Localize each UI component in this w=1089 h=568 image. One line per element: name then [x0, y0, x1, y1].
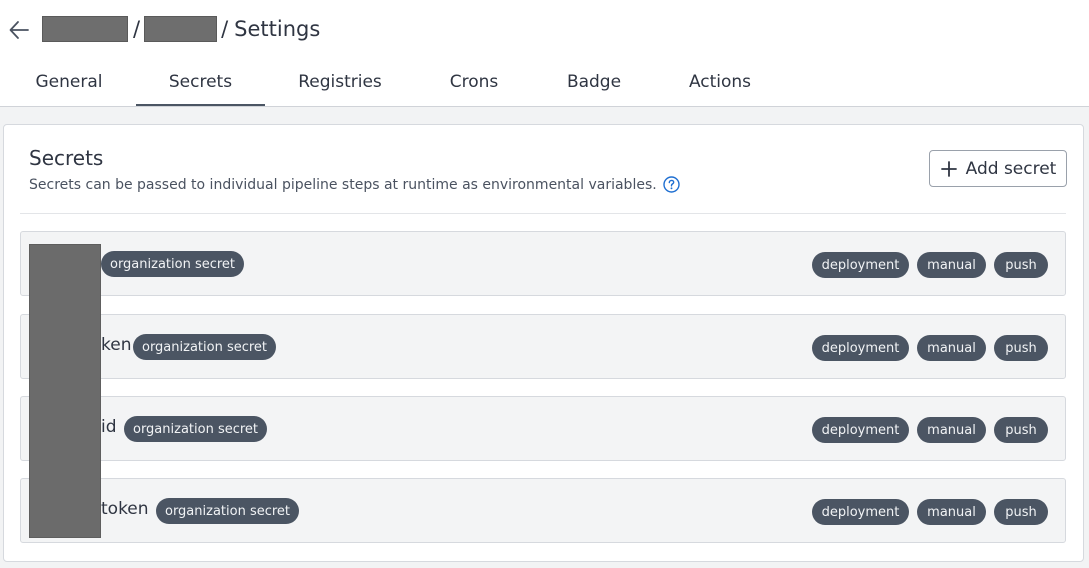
scope-badge: organization secret — [124, 416, 267, 442]
plus-icon — [940, 160, 957, 177]
event-badge-manual: manual — [917, 499, 986, 525]
breadcrumb-repo-redacted[interactable] — [144, 16, 218, 42]
breadcrumb-separator: / — [221, 17, 229, 41]
redacted-secret-names — [29, 244, 101, 538]
secret-name: token — [101, 499, 149, 519]
arrow-left-icon — [9, 21, 29, 39]
add-secret-button[interactable]: Add secret — [929, 150, 1067, 187]
tab-secrets[interactable]: Secrets — [136, 62, 265, 106]
section-description-text: Secrets can be passed to individual pipe… — [29, 176, 657, 193]
tab-badge[interactable]: Badge — [553, 62, 635, 106]
secrets-panel: Secrets Secrets can be passed to individ… — [3, 124, 1084, 562]
event-badge-manual: manual — [917, 252, 986, 278]
tab-registries[interactable]: Registries — [285, 62, 395, 106]
section-title: Secrets — [29, 146, 104, 170]
add-secret-label: Add secret — [965, 158, 1057, 179]
breadcrumb-separator: / — [133, 17, 141, 41]
secret-name: ken — [101, 335, 132, 355]
event-badge-manual: manual — [917, 335, 986, 361]
event-badge-deployment: deployment — [812, 252, 909, 278]
divider — [20, 213, 1066, 214]
event-badge-push: push — [994, 499, 1048, 525]
secret-row[interactable]: ken organization secret deployment manua… — [20, 314, 1066, 379]
secret-row[interactable]: id organization secret deployment manual… — [20, 396, 1066, 461]
breadcrumb: / / Settings — [42, 15, 320, 43]
event-badge-push: push — [994, 335, 1048, 361]
breadcrumb-current: Settings — [234, 17, 321, 41]
secret-row[interactable]: organization secret deployment manual pu… — [20, 231, 1066, 296]
scope-badge: organization secret — [156, 498, 299, 524]
question-circle-icon[interactable] — [663, 176, 680, 193]
tab-crons[interactable]: Crons — [430, 62, 518, 106]
page-header: / / Settings General Secrets Registries … — [0, 0, 1089, 107]
event-badge-deployment: deployment — [812, 335, 909, 361]
event-badge-push: push — [994, 417, 1048, 443]
event-badge-push: push — [994, 252, 1048, 278]
breadcrumb-owner-redacted[interactable] — [42, 16, 128, 42]
event-badge-deployment: deployment — [812, 499, 909, 525]
scope-badge: organization secret — [133, 334, 276, 360]
back-button[interactable] — [6, 17, 32, 43]
secret-row[interactable]: token organization secret deployment man… — [20, 478, 1066, 543]
event-badge-deployment: deployment — [812, 417, 909, 443]
scope-badge: organization secret — [101, 251, 244, 277]
tab-general[interactable]: General — [24, 62, 114, 106]
section-description: Secrets can be passed to individual pipe… — [29, 176, 680, 193]
secret-name: id — [101, 417, 117, 437]
event-badge-manual: manual — [917, 417, 986, 443]
tab-actions[interactable]: Actions — [675, 62, 765, 106]
